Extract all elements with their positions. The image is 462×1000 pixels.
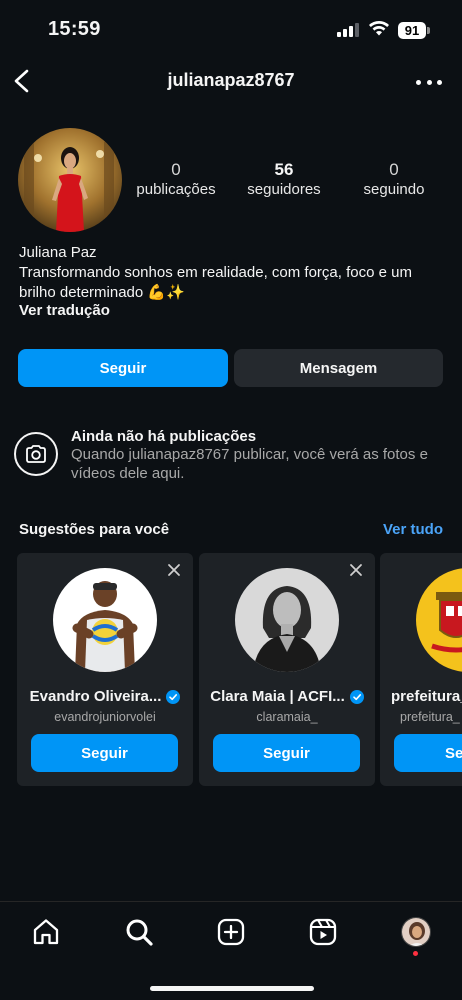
following-count: 0 seguindo (346, 160, 442, 200)
home-icon[interactable] (31, 917, 61, 947)
header-username: julianapaz8767 (167, 70, 295, 90)
suggestion-name-text: Clara Maia | ACFI... (210, 688, 345, 705)
posts-count: 0 publicações (128, 160, 224, 200)
suggestion-name-text: Evandro Oliveira... (29, 688, 162, 705)
suggestion-card[interactable]: Evandro Oliveira... evandrojuniorvolei S… (17, 553, 193, 786)
suggestion-name-text: prefeitura_ (391, 688, 462, 705)
suggestion-name[interactable]: prefeitura_ (391, 688, 462, 705)
search-icon[interactable] (124, 917, 154, 947)
suggestion-follow-button[interactable]: Seguir (213, 734, 360, 772)
profile-bio: Transformando sonhos em realidade, com f… (19, 264, 412, 301)
empty-state-title: Ainda não há publicações (71, 428, 257, 445)
suggestion-handle: prefeitura_ (400, 710, 460, 724)
following-label: seguindo (363, 181, 425, 198)
message-button[interactable]: Mensagem (234, 349, 443, 387)
create-icon[interactable] (216, 917, 246, 947)
see-translation-link[interactable]: Ver tradução (19, 302, 110, 319)
posts-value: 0 (171, 160, 181, 179)
more-options-icon[interactable] (416, 72, 442, 92)
cellular-signal-icon (337, 23, 359, 37)
suggestion-handle: evandrojuniorvolei (54, 710, 156, 724)
followers-count[interactable]: 56 seguidores (236, 160, 332, 200)
suggestion-card[interactable]: prefeitura_ prefeitura_ Se (380, 553, 462, 786)
profile-avatar-nav[interactable] (401, 917, 431, 947)
wifi-icon (369, 21, 389, 36)
suggestion-avatar[interactable] (416, 568, 462, 672)
suggestion-name[interactable]: Clara Maia | ACFI... (199, 688, 375, 705)
close-icon[interactable] (349, 563, 363, 577)
follow-button[interactable]: Seguir (18, 349, 228, 387)
suggestion-avatar[interactable] (53, 568, 157, 672)
profile-avatar[interactable] (18, 128, 122, 232)
following-value: 0 (389, 160, 399, 179)
suggestion-handle: claramaia_ (256, 710, 318, 724)
profile-full-name: Juliana Paz (19, 244, 97, 261)
status-time: 15:59 (48, 18, 101, 40)
verified-badge-icon (349, 689, 364, 704)
posts-label: publicações (136, 181, 216, 198)
followers-value: 56 (274, 160, 294, 179)
suggestions-title: Sugestões para você (19, 521, 170, 538)
camera-icon (14, 432, 58, 476)
suggestion-follow-button[interactable]: Se (394, 734, 462, 772)
home-indicator (150, 986, 314, 991)
battery-icon: 91 (398, 22, 426, 39)
suggestion-follow-button[interactable]: Seguir (31, 734, 178, 772)
suggestion-card[interactable]: Clara Maia | ACFI... claramaia_ Seguir (199, 553, 375, 786)
see-all-link[interactable]: Ver tudo (383, 521, 443, 538)
suggestion-name[interactable]: Evandro Oliveira... (17, 688, 193, 705)
verified-badge-icon (166, 689, 181, 704)
close-icon[interactable] (167, 563, 181, 577)
battery-tip (427, 27, 430, 34)
suggestion-avatar[interactable] (235, 568, 339, 672)
reels-icon[interactable] (308, 917, 338, 947)
bottom-nav (0, 901, 462, 1000)
empty-state-subtitle: Quando julianapaz8767 publicar, você ver… (71, 446, 428, 482)
notification-dot (413, 951, 418, 956)
followers-label: seguidores (247, 181, 321, 198)
